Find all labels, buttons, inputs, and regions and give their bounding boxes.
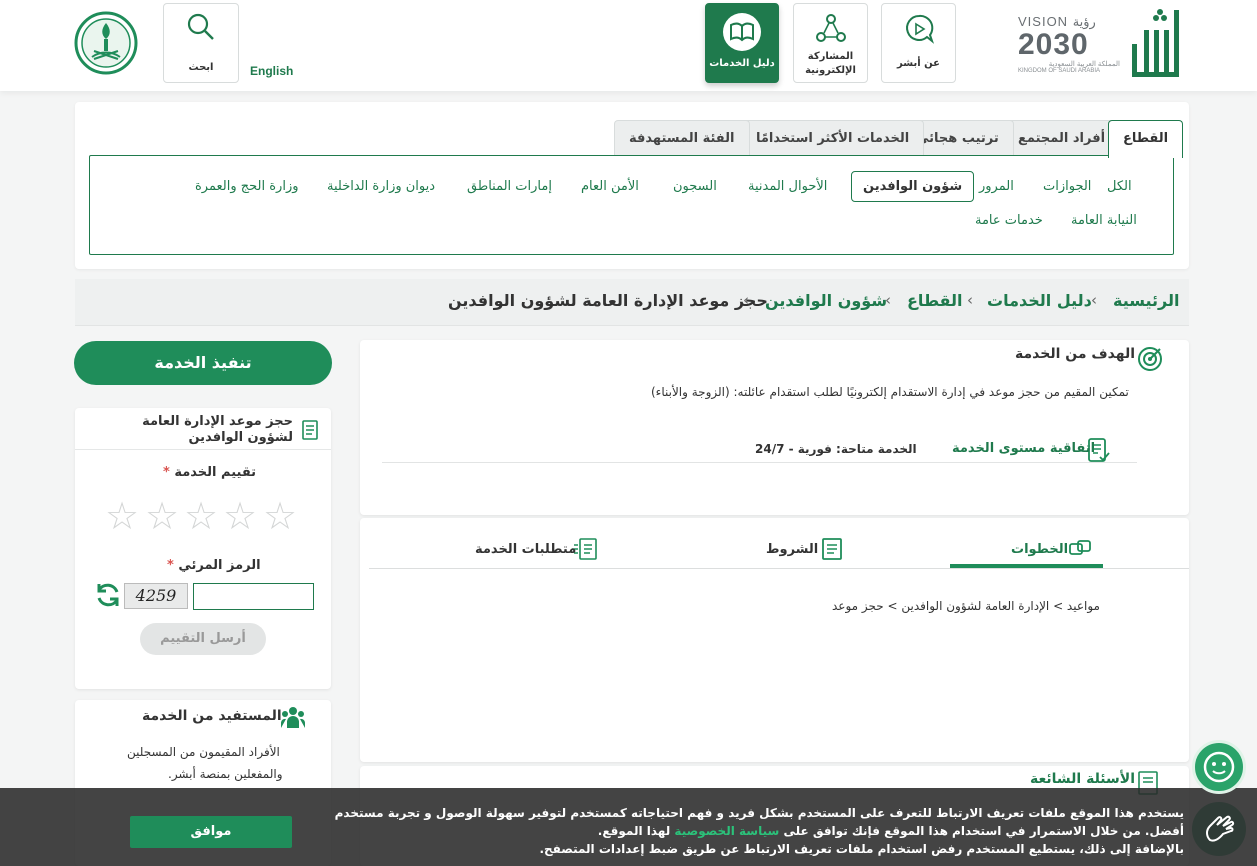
tab-strip-divider <box>369 568 1189 569</box>
absher-logo[interactable] <box>1126 6 1184 82</box>
vision-line4: KINGDOM OF SAUDI ARABIA <box>1018 68 1101 74</box>
tab-sector[interactable]: القطاع <box>1108 120 1184 158</box>
chip-emirates[interactable]: إمارات المناطق <box>467 179 552 194</box>
ministry-emblem-logo[interactable] <box>74 11 138 75</box>
vision-line2: 2030 <box>1018 28 1089 61</box>
nav-about-absher[interactable]: عن أبشر <box>881 3 956 83</box>
chip-general-services[interactable]: خدمات عامة <box>975 213 1043 228</box>
sla-label[interactable]: اتفاقية مستوى الخدمة <box>952 441 1095 456</box>
chip-interior-ministry[interactable]: ديوان وزارة الداخلية <box>327 179 435 194</box>
required-mark: * <box>167 558 174 573</box>
conditions-icon <box>822 538 842 560</box>
divider <box>75 449 331 450</box>
breadcrumb-separator: › <box>1091 291 1097 309</box>
cookie-line1: يستخدم هذا الموقع ملفات تعريف الارتباط ل… <box>334 806 1184 820</box>
cookie-line3: بالإضافة إلى ذلك، يستطيع المستخدم رفض اس… <box>539 842 1184 856</box>
chip-public-prosecution[interactable]: النيابة العامة <box>1071 213 1137 228</box>
breadcrumb-services-guide[interactable]: دليل الخدمات <box>987 291 1092 310</box>
rating-star-5[interactable]: ☆ <box>263 497 297 535</box>
rating-star-2[interactable]: ☆ <box>145 497 179 535</box>
rating-star-1[interactable]: ☆ <box>105 497 139 535</box>
vision-line3: المملكة العربية السعودية <box>1048 61 1120 68</box>
steps-icon <box>1069 540 1091 555</box>
chip-civil-affairs[interactable]: الأحوال المدنية <box>748 179 827 194</box>
service-details-card: الخطوات الشروط متطلبات الخدمة مواعيد > ا… <box>360 518 1189 762</box>
book-icon <box>723 13 761 51</box>
nav-services-guide[interactable]: دليل الخدمات <box>705 3 779 83</box>
chip-public-security[interactable]: الأمن العام <box>581 179 639 194</box>
chip-traffic[interactable]: المرور <box>979 179 1014 194</box>
cookie-consent-banner: يستخدم هذا الموقع ملفات تعريف الارتباط ل… <box>0 788 1257 866</box>
send-rating-button[interactable]: أرسل التقييم <box>140 623 266 655</box>
tab-conditions[interactable]: الشروط <box>766 542 818 557</box>
tab-society-members[interactable]: أفراد المجتمع <box>1003 120 1121 156</box>
nav-about-label: عن أبشر <box>897 58 940 69</box>
tab-steps[interactable]: الخطوات <box>1011 542 1068 557</box>
breadcrumb-expats[interactable]: شؤون الوافدين <box>765 291 887 310</box>
rating-star-3[interactable]: ☆ <box>184 497 218 535</box>
captcha-image: 4259 <box>124 583 188 609</box>
rating-label-text: تقييم الخدمة <box>174 465 257 480</box>
hand-icon <box>1206 815 1235 842</box>
goal-title: الهدف من الخدمة <box>1015 346 1136 362</box>
active-tab-indicator <box>950 564 1103 568</box>
network-icon <box>815 14 846 42</box>
search-icon <box>187 13 214 40</box>
cookie-line2-b: لهذا الموقع. <box>597 824 671 838</box>
tab-target-group[interactable]: الفئة المستهدفة <box>614 120 750 156</box>
chip-prisons[interactable]: السجون <box>673 179 717 194</box>
breadcrumb-home[interactable]: الرئيسية <box>1113 291 1180 310</box>
chat-bot-icon <box>1203 751 1235 783</box>
checklist-icon <box>302 420 318 440</box>
divider <box>382 462 1137 463</box>
breadcrumb-current-page: حجز موعد الإدارة العامة لشؤون الوافدين <box>448 291 768 310</box>
sign-language-button[interactable] <box>1192 802 1246 856</box>
privacy-policy-link[interactable]: سياسة الخصوصية <box>674 824 779 838</box>
goal-text: تمكين المقيم من حجز موعد في إدارة الاستق… <box>651 385 1129 399</box>
captcha-label: الرمز المرئي * <box>167 558 261 573</box>
captcha-label-text: الرمز المرئي <box>178 558 261 573</box>
tab-most-used[interactable]: الخدمات الأكثر استخدامًا <box>741 120 925 156</box>
chat-assistant-button[interactable] <box>1192 740 1246 794</box>
service-goal-card: الهدف من الخدمة تمكين المقيم من حجز موعد… <box>360 340 1189 515</box>
nav-search-label: ابحث <box>188 62 214 73</box>
chip-expats-affairs[interactable]: شؤون الوافدين <box>851 171 975 202</box>
vision-2030-logo: VISION رؤية 2030 المملكة العربية السعودي… <box>1018 14 1120 80</box>
breadcrumb-sector[interactable]: القطاع <box>907 291 963 310</box>
nav-eparticipation[interactable]: المشاركة الإلكترونية <box>793 3 868 83</box>
required-mark: * <box>163 465 170 480</box>
faq-title[interactable]: الأسئلة الشائعة <box>1030 771 1135 787</box>
rating-card: حجز موعد الإدارة العامة لشؤون الوافدين ت… <box>75 408 331 689</box>
beneficiary-line2: والمفعلين بمنصة أبشر. <box>168 767 283 781</box>
language-switch-link[interactable]: English <box>250 64 293 78</box>
people-icon <box>280 707 306 728</box>
cookie-line2-a: أفضل. من خلال الاستمرار في استخدام هذا ا… <box>783 824 1184 838</box>
nav-eparticipation-label: المشاركة الإلكترونية <box>805 51 856 76</box>
refresh-icon[interactable] <box>94 581 122 609</box>
breadcrumb-separator: › <box>967 291 973 309</box>
tab-requirements[interactable]: متطلبات الخدمة <box>475 542 576 557</box>
chip-hajj-umrah[interactable]: وزارة الحج والعمرة <box>195 179 299 194</box>
speech-bubble-icon <box>905 14 934 44</box>
sector-filter-card: القطاع أفراد المجتمع ترتيب هجائي الخدمات… <box>75 102 1189 269</box>
beneficiary-line1: الأفراد المقيمون من المسجلين <box>127 745 280 759</box>
nav-search[interactable]: ابحث <box>163 3 239 83</box>
rating-card-title: حجز موعد الإدارة العامة لشؤون الوافدين <box>142 414 293 445</box>
breadcrumb: الرئيسية › دليل الخدمات › القطاع › شؤون … <box>75 279 1189 326</box>
cookie-accept-button[interactable]: موافق <box>130 816 292 848</box>
availability-text: الخدمة متاحة: فورية - 24/7 <box>755 442 917 456</box>
rating-label: تقييم الخدمة * <box>163 465 256 480</box>
site-header: VISION رؤية 2030 المملكة العربية السعودي… <box>0 0 1257 91</box>
nav-services-guide-label: دليل الخدمات <box>709 58 775 69</box>
chip-all[interactable]: الكل <box>1107 179 1132 194</box>
rating-star-4[interactable]: ☆ <box>223 497 257 535</box>
captcha-input[interactable] <box>193 583 314 610</box>
execute-service-button[interactable]: تنفيذ الخدمة <box>74 341 332 385</box>
target-icon <box>1138 347 1162 371</box>
cookie-line2: أفضل. من خلال الاستمرار في استخدام هذا ا… <box>598 824 1184 838</box>
chip-passports[interactable]: الجوازات <box>1043 179 1091 194</box>
beneficiary-title: المستفيد من الخدمة <box>142 708 282 724</box>
sector-chip-list: الكل الجوازات المرور شؤون الوافدين الأحو… <box>89 155 1174 255</box>
steps-text: مواعيد > الإدارة العامة لشؤون الوافدين >… <box>832 599 1100 613</box>
